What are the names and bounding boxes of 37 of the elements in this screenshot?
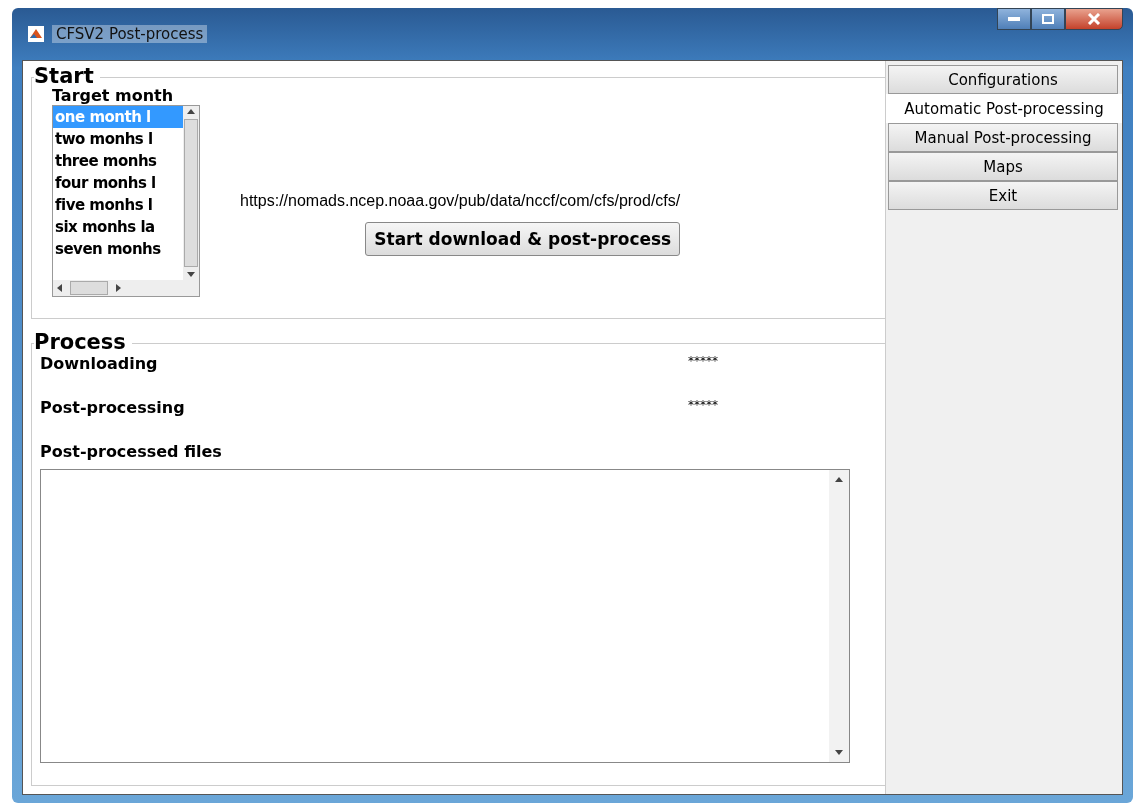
month-item[interactable]: two monhs l <box>53 128 183 150</box>
start-button[interactable]: Start download & post-process <box>365 222 681 256</box>
status-value: ***** <box>688 398 718 412</box>
month-item[interactable]: six monhs la <box>53 216 183 238</box>
status-label: Downloading <box>40 354 159 373</box>
scroll-up-icon[interactable] <box>187 109 195 114</box>
window-title: CFSV2 Post-process <box>52 25 208 43</box>
horizontal-scrollbar[interactable] <box>53 280 199 296</box>
vertical-scrollbar[interactable] <box>829 470 849 762</box>
status-label: Post-processing <box>40 398 186 417</box>
list-label: Target month <box>52 86 175 105</box>
status-value: ***** <box>688 354 718 368</box>
month-item[interactable]: five monhs l <box>53 194 183 216</box>
tab[interactable]: Manual Post-processing <box>888 123 1118 152</box>
scroll-right-icon[interactable] <box>116 284 121 292</box>
app-icon <box>28 26 44 42</box>
month-item[interactable]: three monhs <box>53 150 183 172</box>
vertical-scrollbar[interactable] <box>183 106 199 280</box>
minimize-button[interactable] <box>997 8 1031 30</box>
month-listbox[interactable]: one month l two monhs l three monhs four monhs l five monhs l six monhs la seven monhs <box>52 105 200 297</box>
scroll-down-icon[interactable] <box>187 272 195 277</box>
tab[interactable]: Exit <box>888 181 1118 210</box>
tab[interactable]: Configurations <box>888 65 1118 94</box>
url-text: https://nomads.ncep.noaa.gov/pub/data/nccf/com/cfs/prod/cfs/ <box>240 192 681 210</box>
tab[interactable]: Automatic Post-processing <box>886 94 1122 123</box>
scroll-left-icon[interactable] <box>57 284 62 292</box>
close-button[interactable] <box>1065 8 1123 30</box>
files-label: Post-processed files <box>40 442 223 461</box>
scroll-down-icon[interactable] <box>835 750 843 755</box>
minimize-icon <box>1008 17 1020 21</box>
close-icon <box>1087 13 1101 25</box>
scroll-up-icon[interactable] <box>835 477 843 482</box>
tab[interactable]: Maps <box>888 152 1118 181</box>
maximize-icon <box>1042 14 1054 24</box>
maximize-button[interactable] <box>1031 8 1065 30</box>
month-item[interactable]: seven monhs <box>53 238 183 260</box>
month-item[interactable]: four monhs l <box>53 172 183 194</box>
